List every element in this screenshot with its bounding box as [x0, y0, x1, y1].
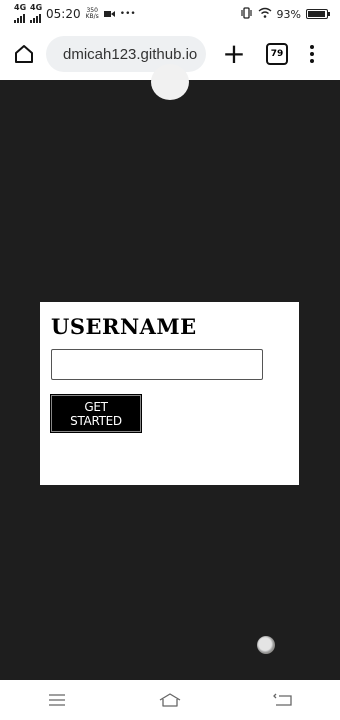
network-speed: 350 KB/s [86, 8, 99, 20]
status-bar: 4G 4G 05:20 350 KB/s ••• 93% [0, 0, 340, 28]
battery-fill [308, 11, 325, 17]
home-nav-button[interactable] [150, 685, 190, 715]
wifi-icon [258, 7, 272, 21]
menu-lines-icon [48, 694, 65, 706]
get-started-button[interactable]: GET STARTED [50, 394, 142, 433]
battery-icon [306, 9, 330, 19]
tab-count: 79 [270, 49, 284, 59]
signal-icon: 4G [14, 2, 27, 23]
username-input[interactable] [51, 349, 263, 380]
floating-assistive-button[interactable] [257, 636, 275, 654]
address-bar[interactable]: dmicah123.github.io [46, 36, 206, 72]
recents-button[interactable] [37, 685, 77, 715]
login-card: USERNAME GET STARTED [40, 302, 299, 485]
sim1-label: 4G [14, 2, 27, 12]
url-text: dmicah123.github.io [63, 45, 198, 63]
plus-icon: + [222, 37, 246, 70]
home-button[interactable] [10, 40, 38, 68]
pull-tab[interactable] [151, 64, 189, 100]
back-icon [273, 693, 292, 706]
network-speed-unit: KB/s [85, 13, 99, 20]
sim2-label: 4G [30, 2, 43, 12]
battery-percent: 93% [276, 7, 301, 21]
clock: 05:20 [46, 7, 81, 21]
vibrate-icon [240, 6, 253, 22]
system-navigation-bar [0, 680, 340, 720]
more-indicator: ••• [119, 9, 136, 19]
username-heading: USERNAME [51, 314, 197, 339]
back-nav-button[interactable] [263, 685, 303, 715]
signal-icon-2: 4G [30, 2, 43, 23]
more-vert-icon[interactable] [310, 45, 314, 63]
home-outline-icon [159, 693, 181, 707]
new-tab-button[interactable]: + [220, 40, 248, 68]
video-icon [103, 8, 115, 21]
tab-switcher-button[interactable]: 79 [266, 43, 288, 65]
status-left: 4G 4G 05:20 350 KB/s ••• [14, 2, 136, 23]
home-icon [15, 45, 33, 63]
status-right: 93% [240, 6, 330, 22]
